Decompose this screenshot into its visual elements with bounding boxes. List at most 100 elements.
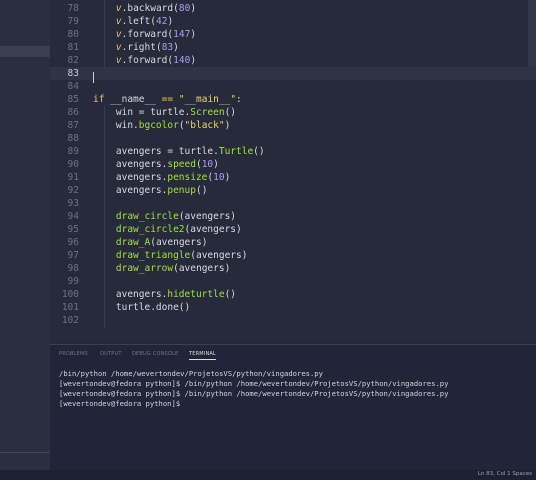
- code-token: left: [127, 16, 151, 27]
- code-text: v.right(83): [93, 41, 179, 54]
- code-token: ): [224, 172, 231, 183]
- code-line[interactable]: 82 v.forward(140): [50, 54, 536, 67]
- code-line[interactable]: 96 draw_A(avengers): [50, 236, 536, 249]
- code-line[interactable]: 91 avengers.pensize(10): [50, 171, 536, 184]
- code-line[interactable]: 100 avengers.hideturtle(): [50, 288, 536, 301]
- line-number: 93: [67, 198, 79, 209]
- tab-terminal[interactable]: TERMINAL: [189, 351, 217, 360]
- code-text: avengers.pensize(10): [93, 171, 230, 184]
- code-text: v.forward(140): [93, 54, 196, 67]
- code-token: backward: [127, 3, 174, 14]
- tab-problems[interactable]: PROBLEMS: [59, 351, 88, 357]
- code-line[interactable]: 99: [50, 275, 536, 288]
- code-text: avengers.penup(): [93, 184, 208, 197]
- code-token: 42: [155, 16, 168, 27]
- line-number: 94: [67, 211, 79, 222]
- code-token: pensize: [167, 172, 208, 183]
- code-line[interactable]: 85 if __name__ == "__main__":: [50, 93, 536, 106]
- code-token: 147: [173, 29, 191, 40]
- status-bar: Ln 83, Col 1 Spaces: [0, 470, 536, 480]
- code-editor[interactable]: 78 v.backward(80) 79 v.left(42) 80 v.forwa…: [50, 0, 536, 342]
- code-token: 10: [201, 159, 214, 170]
- code-line[interactable]: 83: [50, 67, 536, 80]
- code-token: "black": [184, 120, 225, 131]
- code-line[interactable]: 79 v.left(42): [50, 15, 536, 28]
- terminal-line: [wevertondev@fedora python]$: [59, 399, 185, 408]
- code-line[interactable]: 98 draw_arrow(avengers): [50, 262, 536, 275]
- code-token: (avengers): [178, 211, 237, 222]
- line-number: 92: [67, 185, 79, 196]
- code-token: draw_triangle: [115, 250, 191, 261]
- code-text: draw_arrow(avengers): [93, 262, 230, 275]
- code-token: (avengers): [190, 250, 248, 261]
- code-line[interactable]: 81 v.right(83): [50, 41, 536, 54]
- line-number: 78: [67, 3, 79, 14]
- line-number: 79: [67, 16, 79, 27]
- code-text: draw_circle(avengers): [93, 210, 236, 223]
- tab-output[interactable]: OUTPUT: [100, 351, 122, 357]
- code-line[interactable]: 78 v.backward(80): [50, 2, 536, 15]
- line-number: 91: [67, 172, 79, 183]
- code-token: (avengers): [184, 224, 242, 235]
- indent-guide: [104, 106, 105, 327]
- code-line[interactable]: 89 avengers = turtle.Turtle(): [50, 145, 536, 158]
- code-line[interactable]: 102: [50, 314, 536, 327]
- code-token: draw_arrow: [115, 263, 174, 274]
- code-token: forward: [127, 55, 168, 66]
- code-line[interactable]: 88: [50, 132, 536, 145]
- line-number: 88: [67, 133, 79, 144]
- status-text[interactable]: Ln 83, Col 1 Spaces: [478, 471, 532, 477]
- code-token: (): [253, 146, 265, 157]
- code-token: right: [127, 42, 156, 53]
- code-token: Screen: [190, 107, 225, 118]
- code-token: (): [224, 289, 237, 300]
- code-token: draw_A: [115, 237, 151, 248]
- bottom-panel: PROBLEMS OUTPUT DEBUG CONSOLE TERMINAL /bin…: [50, 344, 536, 471]
- code-line[interactable]: 94 draw_circle(avengers): [50, 210, 536, 223]
- sidebar: [0, 0, 50, 470]
- code-line[interactable]: 90 avengers.speed(10): [50, 158, 536, 171]
- code-token: ==: [161, 94, 174, 105]
- code-line[interactable]: 101 turtle.done(): [50, 301, 536, 314]
- tab-debug-console[interactable]: DEBUG CONSOLE: [132, 351, 178, 357]
- line-number: 99: [67, 276, 79, 287]
- code-token: __name__: [104, 94, 162, 105]
- code-line[interactable]: 93: [50, 197, 536, 210]
- code-line[interactable]: 95 draw_circle2(avengers): [50, 223, 536, 236]
- line-number: 90: [67, 159, 79, 170]
- code-token: ): [224, 120, 231, 131]
- code-token: avengers = turtle.: [93, 146, 219, 157]
- code-text: avengers = turtle.Turtle(): [93, 145, 265, 158]
- code-token: Turtle: [218, 146, 254, 157]
- line-number: 96: [67, 237, 79, 248]
- code-text: avengers.speed(10): [93, 158, 219, 171]
- line-number: 101: [61, 302, 79, 313]
- line-number: 98: [67, 263, 79, 274]
- code-token: ): [213, 159, 219, 170]
- code-token: ): [190, 3, 197, 14]
- line-number: 89: [67, 146, 79, 157]
- code-line[interactable]: 84: [50, 80, 536, 93]
- code-line[interactable]: 86 win = turtle.Screen(): [50, 106, 536, 119]
- line-number: 83: [67, 68, 79, 79]
- indent-guide: [104, 0, 105, 67]
- line-number: 82: [67, 55, 79, 66]
- code-text: draw_triangle(avengers): [93, 249, 248, 262]
- code-token: (avengers): [173, 263, 231, 274]
- code-line[interactable]: 80 v.forward(147): [50, 28, 536, 41]
- sidebar-active-row[interactable]: [0, 46, 50, 57]
- code-token: (avengers): [150, 237, 208, 248]
- code-token: "__main__": [178, 94, 237, 105]
- code-text: v.forward(147): [93, 28, 196, 41]
- code-line[interactable]: 92 avengers.penup(): [50, 184, 536, 197]
- code-text: if __name__ == "__main__":: [93, 93, 242, 106]
- code-line[interactable]: 87 win.bgcolor("black"): [50, 119, 536, 132]
- code-text: draw_circle2(avengers): [93, 223, 242, 236]
- code-token: bgcolor: [138, 120, 179, 131]
- code-token: penup: [167, 185, 196, 196]
- code-line[interactable]: 97 draw_triangle(avengers): [50, 249, 536, 262]
- line-number: 87: [67, 120, 79, 131]
- code-text: v.backward(80): [93, 2, 196, 15]
- terminal-line: [wevertondev@fedora python]$ /bin/python…: [59, 379, 449, 388]
- code-text: v.left(42): [93, 15, 173, 28]
